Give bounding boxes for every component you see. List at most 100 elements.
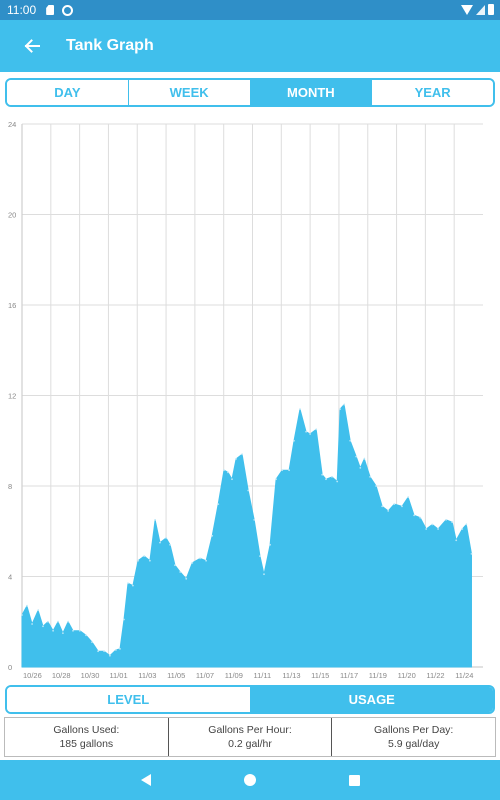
data-point — [359, 467, 362, 469]
data-point — [419, 516, 422, 519]
data-point — [455, 539, 458, 542]
x-tick-label: 11/24 — [455, 671, 473, 680]
data-point — [413, 514, 415, 517]
data-point — [321, 473, 324, 476]
data-point — [62, 632, 64, 634]
nav-recents-button[interactable] — [342, 768, 366, 792]
data-point — [26, 605, 28, 607]
battery-icon — [488, 4, 494, 15]
data-point — [97, 650, 99, 653]
stat-label: Gallons Per Hour: — [208, 723, 292, 736]
data-point — [445, 519, 447, 521]
data-point — [269, 543, 271, 546]
tab-week[interactable]: WEEK — [128, 80, 251, 105]
data-point — [425, 528, 428, 530]
data-point — [275, 478, 277, 481]
data-point — [42, 625, 44, 628]
x-tick-label: 11/03 — [138, 671, 156, 680]
y-tick-label: 16 — [8, 301, 16, 310]
data-point — [253, 519, 256, 521]
tab-day[interactable]: DAY — [7, 80, 129, 105]
usage-chart: 0 4 8 12 16 20 24 10/26 10/28 10/30 11/01 11/03 11/0… — [0, 112, 500, 684]
data-point — [149, 559, 151, 562]
arrow-left-icon — [24, 39, 40, 53]
data-point — [247, 489, 250, 492]
x-tick-label: 11/15 — [311, 671, 329, 680]
data-point — [407, 496, 409, 499]
data-point — [137, 559, 140, 562]
data-point — [72, 629, 74, 632]
data-point — [57, 620, 59, 623]
data-point — [91, 641, 93, 643]
data-point — [461, 528, 464, 530]
tab-month[interactable]: MONTH — [250, 80, 373, 105]
nav-home-button[interactable] — [238, 768, 262, 792]
nav-back-button[interactable] — [134, 768, 158, 792]
data-point — [85, 634, 87, 637]
data-point — [165, 537, 168, 539]
x-tick-label: 11/13 — [282, 671, 300, 680]
data-point — [115, 649, 117, 651]
navigation-bar — [0, 760, 500, 800]
data-point — [205, 559, 208, 562]
stat-label: Gallons Used: — [53, 723, 120, 736]
signal-icon — [476, 4, 485, 15]
data-point — [132, 584, 134, 587]
stats-panel: Gallons Used: 185 gallons Gallons Per Ho… — [4, 717, 496, 757]
data-point — [355, 455, 358, 458]
stat-label: Gallons Per Day: — [373, 723, 454, 736]
y-tick-label: 12 — [8, 392, 16, 401]
tab-usage[interactable]: USAGE — [250, 687, 493, 712]
tab-level[interactable]: LEVEL — [7, 687, 251, 712]
data-point — [169, 543, 172, 546]
data-point — [79, 629, 81, 632]
data-point — [123, 618, 125, 621]
data-point — [174, 564, 176, 567]
wifi-icon — [461, 4, 473, 15]
data-point — [159, 541, 161, 544]
y-tick-label: 8 — [8, 482, 12, 491]
back-button[interactable] — [22, 36, 42, 56]
data-point — [241, 453, 244, 456]
data-point — [231, 478, 233, 481]
y-tick-label: 24 — [8, 120, 16, 129]
data-point — [67, 620, 69, 623]
data-point — [369, 476, 371, 478]
data-point — [375, 485, 377, 487]
data-point — [288, 469, 290, 472]
data-point — [47, 620, 49, 623]
data-point — [199, 557, 202, 560]
data-point — [259, 555, 261, 557]
data-point — [103, 650, 105, 653]
data-point — [305, 430, 307, 433]
data-point — [179, 571, 182, 573]
data-point — [401, 505, 403, 508]
data-point — [393, 503, 396, 505]
status-icons — [461, 4, 494, 15]
data-point — [281, 469, 284, 472]
tab-year[interactable]: YEAR — [372, 80, 493, 105]
x-tick-label: 10/30 — [81, 671, 100, 680]
data-point — [339, 408, 341, 410]
back-triangle-icon — [141, 774, 151, 786]
data-point — [331, 476, 333, 478]
data-point — [185, 577, 188, 580]
data-point — [127, 582, 129, 585]
sync-icon — [62, 4, 74, 16]
data-point — [143, 555, 146, 557]
stat-value: 185 gallons — [59, 738, 114, 750]
y-tick-label: 0 — [8, 663, 12, 672]
x-tick-label: 11/09 — [225, 671, 243, 680]
status-time: 11:00 — [7, 3, 37, 17]
data-point — [465, 523, 468, 526]
data-point — [37, 609, 39, 612]
stat-value: 0.2 gal/hr — [228, 738, 272, 750]
page-title: Tank Graph — [66, 37, 154, 54]
data-point — [21, 614, 23, 616]
data-point — [437, 528, 439, 530]
x-tick-label: 11/17 — [340, 671, 358, 680]
x-tick-label: 11/19 — [369, 671, 387, 680]
chart-svg: 0 4 8 12 16 20 24 10/26 10/28 10/30 11/01 11/03 11/0… — [8, 120, 483, 680]
data-point — [235, 458, 238, 460]
data-point — [343, 403, 345, 406]
